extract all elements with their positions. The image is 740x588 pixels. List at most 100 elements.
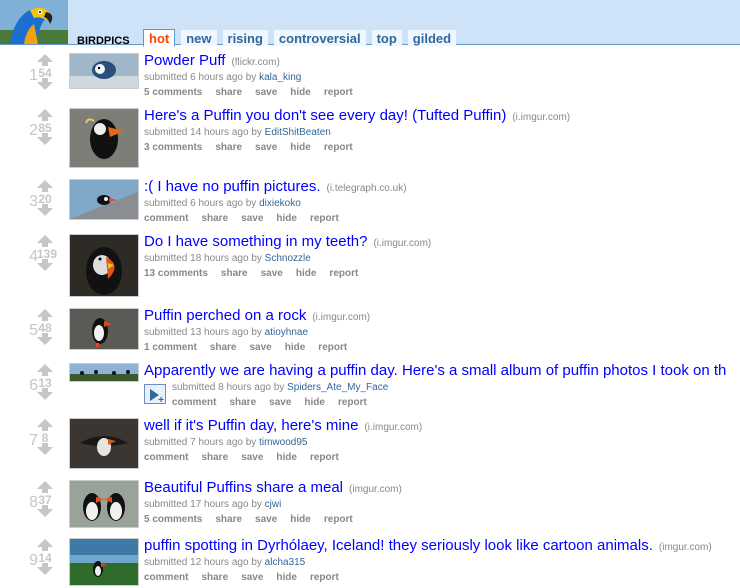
downvote-arrow-icon[interactable] [37, 259, 53, 271]
post-domain[interactable]: (i.imgur.com) [512, 112, 570, 123]
downvote-arrow-icon[interactable] [37, 204, 53, 216]
hide-link[interactable]: hide [296, 268, 317, 279]
share-link[interactable]: share [215, 514, 242, 525]
comments-link[interactable]: comment [144, 572, 188, 583]
hide-link[interactable]: hide [276, 452, 297, 463]
share-link[interactable]: share [201, 213, 228, 224]
post-thumbnail[interactable] [69, 308, 139, 350]
downvote-arrow-icon[interactable] [37, 388, 53, 400]
upvote-arrow-icon[interactable] [37, 235, 53, 247]
report-link[interactable]: report [338, 397, 367, 408]
comments-link[interactable]: comment [144, 213, 188, 224]
save-link[interactable]: save [255, 514, 277, 525]
post-thumbnail[interactable] [69, 480, 139, 528]
comments-link[interactable]: 3 comments [144, 142, 202, 153]
report-link[interactable]: report [324, 87, 353, 98]
post-author[interactable]: timwood95 [259, 437, 307, 448]
post-domain[interactable]: (imgur.com) [659, 542, 712, 553]
downvote-arrow-icon[interactable] [37, 443, 53, 455]
post-author[interactable]: EditShitBeaten [265, 127, 331, 138]
save-link[interactable]: save [261, 268, 283, 279]
save-link[interactable]: save [255, 87, 277, 98]
upvote-arrow-icon[interactable] [37, 180, 53, 192]
save-link[interactable]: save [255, 142, 277, 153]
comments-link[interactable]: comment [172, 397, 216, 408]
upvote-arrow-icon[interactable] [37, 481, 53, 493]
report-link[interactable]: report [310, 452, 339, 463]
save-link[interactable]: save [241, 572, 263, 583]
post-author[interactable]: Spiders_Ate_My_Face [287, 382, 388, 393]
post-title[interactable]: puffin spotting in Dyrhólaey, Iceland! t… [144, 537, 653, 554]
post-title[interactable]: Do I have something in my teeth? [144, 233, 367, 250]
comments-link[interactable]: 13 comments [144, 268, 208, 279]
upvote-arrow-icon[interactable] [37, 364, 53, 376]
tab-new[interactable]: new [181, 30, 217, 46]
post-title[interactable]: Beautiful Puffins share a meal [144, 479, 343, 496]
share-link[interactable]: share [215, 87, 242, 98]
report-link[interactable]: report [318, 342, 347, 353]
comments-link[interactable]: 1 comment [144, 342, 197, 353]
upvote-arrow-icon[interactable] [37, 309, 53, 321]
share-link[interactable]: share [201, 572, 228, 583]
post-thumbnail[interactable] [69, 53, 139, 89]
report-link[interactable]: report [329, 268, 358, 279]
tab-gilded[interactable]: gilded [407, 30, 457, 46]
share-link[interactable]: share [201, 452, 228, 463]
report-link[interactable]: report [310, 572, 339, 583]
post-thumbnail[interactable] [69, 363, 139, 382]
upvote-arrow-icon[interactable] [37, 54, 53, 66]
share-link[interactable]: share [221, 268, 248, 279]
hide-link[interactable]: hide [304, 397, 325, 408]
hide-link[interactable]: hide [276, 572, 297, 583]
post-domain[interactable]: (i.imgur.com) [373, 238, 431, 249]
comments-link[interactable]: 5 comments [144, 87, 202, 98]
downvote-arrow-icon[interactable] [37, 505, 53, 517]
post-thumbnail[interactable] [69, 108, 139, 168]
subreddit-name[interactable]: BIRDPICS [77, 35, 130, 47]
save-link[interactable]: save [249, 342, 271, 353]
post-domain[interactable]: (i.imgur.com) [312, 312, 370, 323]
report-link[interactable]: report [324, 142, 353, 153]
hide-link[interactable]: hide [290, 514, 311, 525]
report-link[interactable]: report [324, 514, 353, 525]
hide-link[interactable]: hide [290, 87, 311, 98]
post-thumbnail[interactable] [69, 234, 139, 297]
save-link[interactable]: save [269, 397, 291, 408]
post-domain[interactable]: (imgur.com) [349, 484, 402, 495]
hide-link[interactable]: hide [285, 342, 306, 353]
comments-link[interactable]: 5 comments [144, 514, 202, 525]
tab-hot[interactable]: hot [143, 29, 176, 47]
downvote-arrow-icon[interactable] [37, 133, 53, 145]
save-link[interactable]: save [241, 213, 263, 224]
post-author[interactable]: kala_king [259, 72, 301, 83]
share-link[interactable]: share [229, 397, 256, 408]
comments-link[interactable]: comment [144, 452, 188, 463]
subreddit-logo[interactable] [0, 0, 68, 44]
post-author[interactable]: dixiekoko [259, 198, 301, 209]
hide-link[interactable]: hide [276, 213, 297, 224]
post-author[interactable]: cjwi [265, 499, 282, 510]
upvote-arrow-icon[interactable] [37, 419, 53, 431]
post-thumbnail[interactable] [69, 418, 139, 469]
report-link[interactable]: report [310, 213, 339, 224]
post-author[interactable]: Schnozzle [265, 253, 311, 264]
tab-rising[interactable]: rising [222, 30, 268, 46]
tab-controversial[interactable]: controversial [273, 30, 366, 46]
post-title[interactable]: Powder Puff [144, 52, 225, 69]
post-title[interactable]: :( I have no puffin pictures. [144, 178, 321, 195]
post-domain[interactable]: (i.telegraph.co.uk) [327, 183, 407, 194]
post-thumbnail[interactable] [69, 179, 139, 220]
post-title[interactable]: Apparently we are having a puffin day. H… [144, 362, 726, 379]
tab-top[interactable]: top [371, 30, 402, 46]
upvote-arrow-icon[interactable] [37, 539, 53, 551]
post-domain[interactable]: (flickr.com) [231, 57, 279, 68]
share-link[interactable]: share [210, 342, 237, 353]
post-author[interactable]: alcha315 [265, 557, 306, 568]
post-title[interactable]: Puffin perched on a rock [144, 307, 306, 324]
post-domain[interactable]: (i.imgur.com) [364, 422, 422, 433]
post-title[interactable]: well if it's Puffin day, here's mine [144, 417, 358, 434]
downvote-arrow-icon[interactable] [37, 78, 53, 90]
post-thumbnail[interactable] [69, 538, 139, 586]
upvote-arrow-icon[interactable] [37, 109, 53, 121]
post-author[interactable]: atioyhnae [265, 327, 308, 338]
